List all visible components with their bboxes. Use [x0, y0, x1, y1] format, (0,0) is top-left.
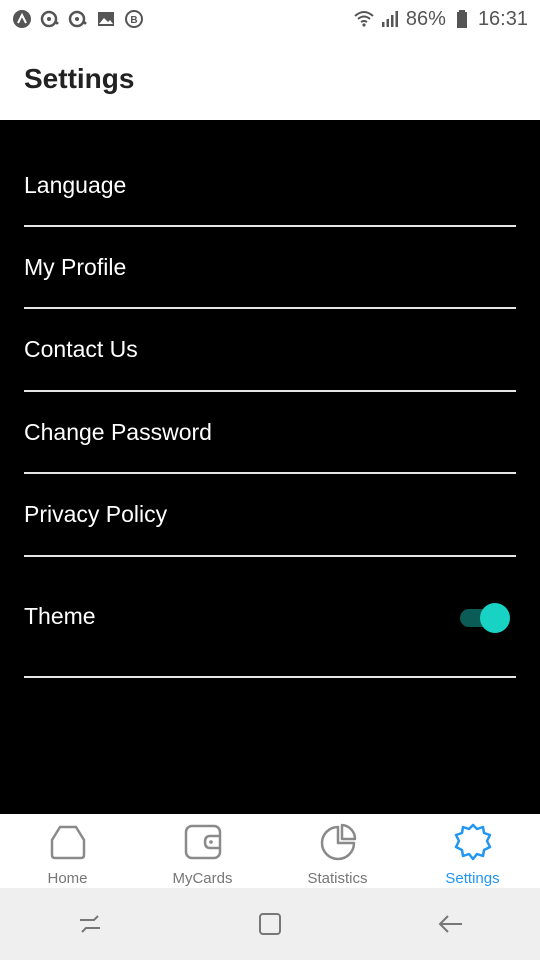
settings-item-my-profile[interactable]: My Profile	[24, 227, 516, 309]
settings-item-theme: Theme	[24, 557, 516, 678]
bottom-nav: Home MyCards Statistics Settings	[0, 814, 540, 888]
app-header: Settings	[0, 38, 540, 120]
home-square-icon[interactable]	[250, 904, 290, 944]
wifi-icon	[354, 9, 374, 29]
nav-item-home[interactable]: Home	[0, 814, 135, 888]
theme-toggle[interactable]	[460, 602, 512, 633]
settings-item-contact-us[interactable]: Contact Us	[24, 309, 516, 392]
settings-item-label: My Profile	[24, 253, 127, 280]
settings-item-label: Language	[24, 171, 127, 198]
settings-item-label: Contact Us	[24, 336, 138, 362]
nav-item-mycards[interactable]: MyCards	[135, 814, 270, 888]
wallet-icon	[183, 822, 223, 862]
toggle-thumb	[480, 602, 510, 633]
b-badge-icon: B	[124, 9, 144, 29]
pie-chart-icon	[318, 822, 358, 862]
recents-icon[interactable]	[70, 904, 110, 944]
nav-label: Settings	[445, 870, 500, 887]
nav-item-settings[interactable]: Settings	[405, 814, 540, 888]
gear-icon	[453, 822, 493, 862]
home-icon	[48, 822, 88, 862]
image-icon	[96, 9, 116, 29]
settings-item-privacy-policy[interactable]: Privacy Policy	[24, 474, 516, 557]
notification-icon	[68, 9, 88, 29]
battery-icon	[452, 9, 472, 29]
status-bar: B 86% 16:31	[0, 0, 540, 38]
nav-label: Statistics	[307, 870, 368, 887]
signal-icon	[380, 9, 400, 29]
status-left: B	[12, 9, 144, 29]
settings-item-label: Theme	[24, 603, 96, 629]
system-nav	[0, 888, 540, 960]
settings-item-language[interactable]: Language	[24, 145, 516, 227]
settings-item-label: Privacy Policy	[24, 501, 168, 527]
nav-label: Home	[47, 870, 88, 887]
notification-icon	[40, 9, 60, 29]
settings-list: Language My Profile Contact Us Change Pa…	[0, 120, 540, 814]
back-arrow-icon[interactable]	[430, 904, 470, 944]
settings-item-change-password[interactable]: Change Password	[24, 392, 516, 474]
svg-text:B: B	[130, 15, 137, 26]
settings-item-label: Change Password	[24, 418, 212, 445]
nav-item-statistics[interactable]: Statistics	[270, 814, 405, 888]
app-a-icon	[12, 9, 32, 29]
nav-label: MyCards	[172, 870, 233, 887]
page-title: Settings	[24, 63, 135, 94]
status-right: 86% 16:31	[354, 8, 528, 31]
battery-percent: 86%	[405, 7, 446, 30]
clock: 16:31	[477, 7, 528, 30]
